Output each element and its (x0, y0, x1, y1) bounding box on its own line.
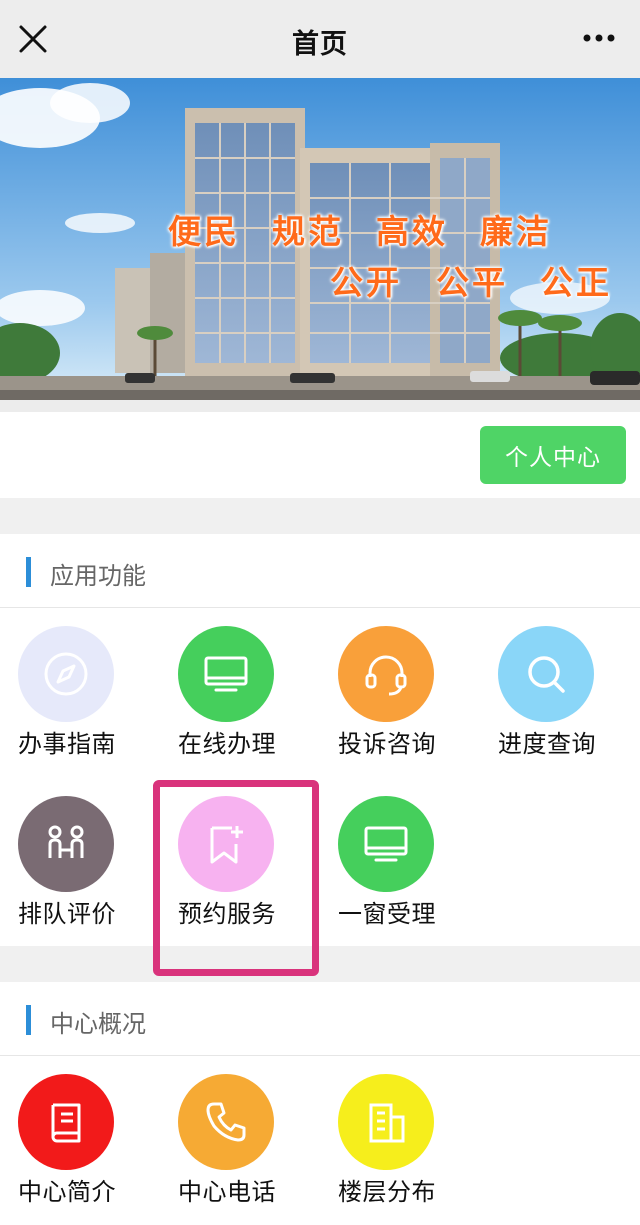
title-bar: 首页 (0, 0, 640, 78)
section-accent-bar (26, 557, 31, 587)
highlight-box (153, 780, 319, 976)
grid-item-label: 中心简介 (18, 1178, 116, 1206)
monitor-icon (178, 626, 274, 722)
divider (0, 400, 640, 412)
slogan-text: 规范 (272, 212, 344, 251)
center-overview-section: 中心概况 中心简介 中心电话 楼层分布 (0, 982, 640, 1225)
app-functions-section: 应用功能 办事指南 在线办理 投诉咨询 进度查询 排队评价 预约服务 一窗受理 (0, 534, 640, 946)
grid-item-label: 楼层分布 (338, 1178, 436, 1206)
building-icon (338, 1074, 434, 1170)
monitor-icon (338, 796, 434, 892)
grid-item-label: 一窗受理 (338, 900, 436, 928)
slogan-text: 公平 (436, 263, 508, 302)
section-accent-bar (26, 1005, 31, 1035)
slogan-text: 便民 (168, 212, 240, 251)
personal-center-bar: 个人中心 (0, 412, 640, 498)
grid-item-label: 中心电话 (178, 1178, 276, 1206)
section-header: 中心概况 (0, 982, 640, 1056)
page-title: 首页 (292, 29, 348, 60)
compass-icon (18, 626, 114, 722)
slogan-text: 公正 (540, 263, 612, 302)
grid-item-label: 投诉咨询 (338, 730, 436, 758)
more-icon[interactable] (582, 28, 616, 48)
section-title: 应用功能 (50, 562, 146, 590)
search-icon (498, 626, 594, 722)
grid-item-label: 进度查询 (498, 730, 596, 758)
headset-icon (338, 626, 434, 722)
personal-center-button[interactable]: 个人中心 (480, 426, 626, 484)
grid-item-label: 排队评价 (18, 900, 116, 928)
section-title: 中心概况 (50, 1010, 146, 1038)
book-icon (18, 1074, 114, 1170)
slogan-text: 高效 (376, 212, 448, 251)
people-icon (18, 796, 114, 892)
phone-icon (178, 1074, 274, 1170)
banner-image: 便民 规范 高效 廉洁 公开 公平 公正 (0, 78, 640, 400)
section-header: 应用功能 (0, 534, 640, 608)
slogan-text: 公开 (330, 263, 402, 302)
grid-item-label: 办事指南 (18, 730, 116, 758)
slogan-text: 廉洁 (480, 212, 552, 251)
grid-item-label: 在线办理 (178, 730, 276, 758)
